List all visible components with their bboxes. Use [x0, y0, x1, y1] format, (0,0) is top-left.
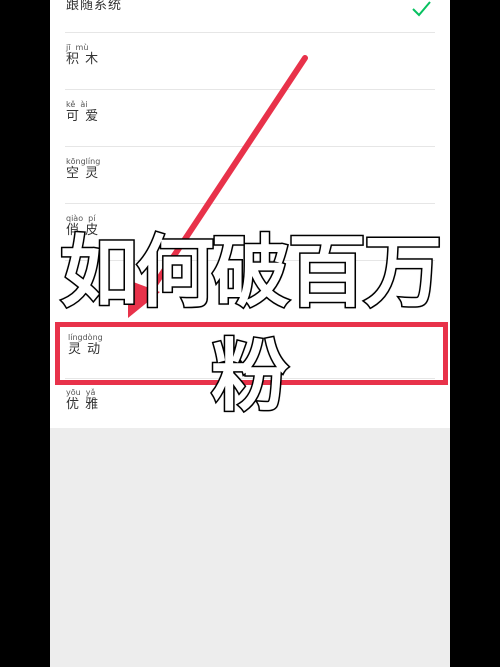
option-pinyin: yōu yǎ	[66, 388, 96, 397]
option-text: jī mù 积 木	[66, 43, 99, 67]
check-icon	[412, 1, 431, 17]
option-list: 跟随系统 jī mù 积 木 kě ài 可 爱 kōnglíng 空 灵 qi…	[50, 0, 450, 428]
option-pinyin: língdòng	[68, 333, 103, 342]
list-item-follow-system[interactable]: 跟随系统	[50, 0, 450, 33]
list-item-jimu[interactable]: jī mù 积 木	[50, 33, 450, 90]
option-text: kōnglíng 空 灵	[66, 157, 100, 181]
option-pinyin: qiào pí	[66, 214, 96, 223]
divider	[65, 260, 435, 261]
option-pinyin: kě ài	[66, 100, 88, 109]
empty-area	[50, 428, 450, 667]
option-text: kě ài 可 爱	[66, 100, 99, 124]
option-label: 可 爱	[66, 109, 100, 124]
list-item-kongling[interactable]: kōnglíng 空 灵	[50, 147, 450, 204]
option-pinyin: jī mù	[66, 43, 89, 52]
phone-screen: 跟随系统 jī mù 积 木 kě ài 可 爱 kōnglíng 空 灵 qi…	[50, 0, 450, 667]
list-item-qiaopi[interactable]: qiào pí 俏 皮	[50, 204, 450, 261]
list-item-youya[interactable]: yōu yǎ 优 雅	[50, 378, 450, 435]
option-label: 俏 皮	[66, 223, 100, 238]
option-text: qiào pí 俏 皮	[66, 214, 99, 238]
list-item-keai[interactable]: kě ài 可 爱	[50, 90, 450, 147]
option-label: 积 木	[66, 52, 100, 67]
option-label: 空 灵	[66, 166, 100, 181]
list-item-lingdong[interactable]: língdòng 灵 动	[50, 322, 450, 379]
option-pinyin: kōnglíng	[66, 157, 101, 166]
option-label: 优 雅	[66, 397, 100, 412]
option-label: 跟随系统	[66, 0, 123, 13]
option-text: yōu yǎ 优 雅	[66, 388, 99, 412]
option-text: 跟随系统	[66, 0, 122, 13]
option-label: 灵 动	[68, 342, 102, 357]
option-text: língdòng 灵 动	[68, 333, 103, 357]
